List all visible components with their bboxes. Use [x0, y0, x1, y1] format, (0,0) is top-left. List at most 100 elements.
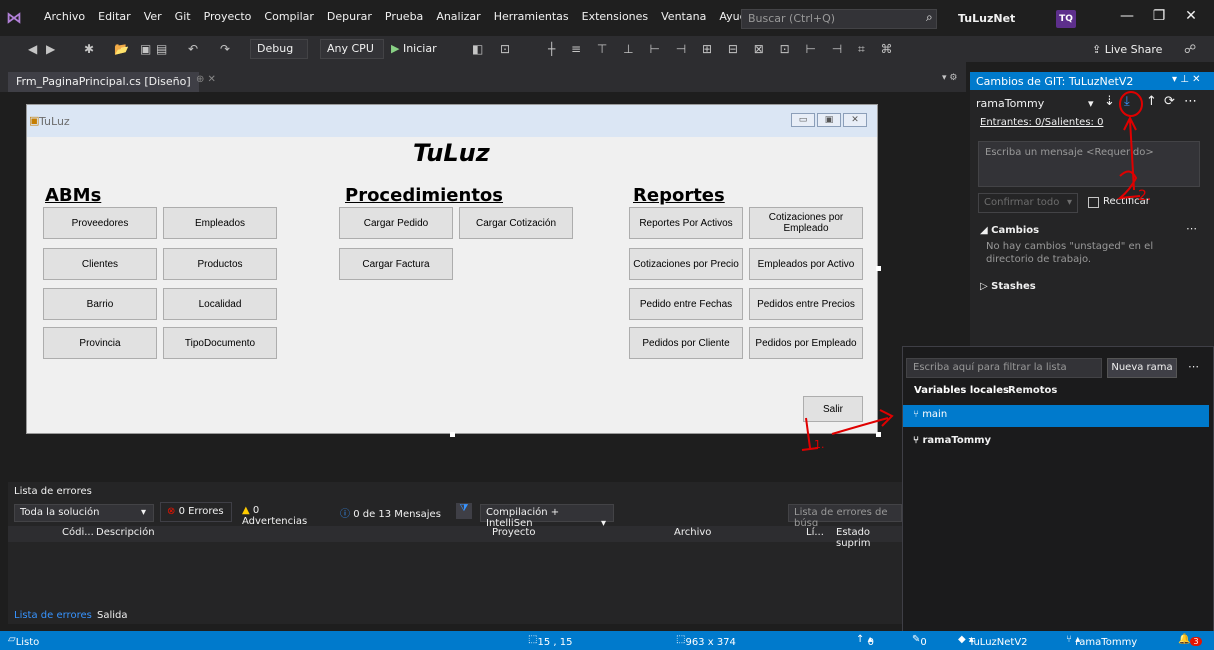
provincia-button[interactable]: Provincia [43, 327, 157, 359]
redo-icon[interactable]: ↷ [220, 42, 230, 56]
proveedores-button[interactable]: Proveedores [43, 207, 157, 239]
start-button[interactable]: ▶ Iniciar [391, 42, 437, 55]
close-icon[interactable]: ✕ [1176, 8, 1206, 24]
resize-handle-right[interactable] [876, 266, 881, 271]
build-filter-select[interactable]: Compilación + IntelliSen ▾ [480, 504, 614, 529]
designer-form[interactable]: ▣ TuLuz ▭ ▣ ✕ TuLuz ABMs Procedimientos … [26, 104, 878, 434]
configuration-select[interactable]: Debug [250, 39, 308, 59]
visual-studio-logo-icon[interactable]: ⋈ [6, 8, 26, 28]
browse-icon[interactable]: ◧ [472, 42, 483, 56]
menu-editar[interactable]: Editar [98, 10, 131, 23]
commit-all-button[interactable]: Confirmar todo ▾ [978, 193, 1078, 213]
localidad-button[interactable]: Localidad [163, 288, 277, 320]
restore-icon[interactable]: ❐ [1144, 8, 1174, 24]
cargar-pedido-button[interactable]: Cargar Pedido [339, 207, 453, 239]
cotizaciones-por-empleado-button[interactable]: Cotizaciones por Empleado [749, 207, 863, 239]
repository-selector[interactable]: ◆ TuLuzNetV2 ▴ [958, 634, 1028, 648]
tab-error-list[interactable]: Lista de errores [14, 610, 92, 621]
avatar[interactable]: TQ [1056, 10, 1076, 28]
amend-checkbox[interactable] [1088, 197, 1099, 208]
back-icon[interactable]: ◀ [28, 42, 37, 56]
tab-frm-pagina-principal[interactable]: Frm_PaginaPrincipal.cs [Diseño] [8, 72, 199, 92]
menu-prueba[interactable]: Prueba [385, 10, 423, 23]
unpushed-commits[interactable]: ↑ 0 ▴ [856, 634, 874, 648]
resize-handle-bottom[interactable] [450, 432, 455, 437]
incoming-outgoing-link[interactable]: Entrantes: 0/Salientes: 0 [980, 117, 1103, 128]
menu-compilar[interactable]: Compilar [264, 10, 313, 23]
menu-ver[interactable]: Ver [144, 10, 162, 23]
undo-icon[interactable]: ↶ [188, 42, 198, 56]
col-line[interactable]: Lí... [806, 527, 824, 538]
reportes-por-activos-button[interactable]: Reportes Por Activos [629, 207, 743, 239]
tab-local-branches[interactable]: Variables locales [914, 385, 1009, 396]
branch-filter-input[interactable]: Escriba aquí para filtrar la lista [906, 358, 1102, 378]
productos-button[interactable]: Productos [163, 248, 277, 280]
clientes-button[interactable]: Clientes [43, 248, 157, 280]
changes-section-header[interactable]: ◢ Cambios [980, 225, 1039, 236]
tab-output[interactable]: Salida [97, 610, 128, 621]
save-all-icon[interactable]: ▤ [156, 42, 167, 56]
tab-remote-branches[interactable]: Remotos [1008, 385, 1057, 396]
menu-proyecto[interactable]: Proyecto [204, 10, 252, 23]
open-icon[interactable]: 📂 [114, 42, 129, 56]
tab-menu-icon[interactable]: ▾ ⚙ [942, 73, 957, 83]
menu-extensiones[interactable]: Extensiones [582, 10, 649, 23]
menu-depurar[interactable]: Depurar [327, 10, 372, 23]
menu-archivo[interactable]: Archivo [44, 10, 85, 23]
branch-selector[interactable]: ramaTommy ▾ [976, 95, 1096, 113]
error-scope-select[interactable]: Toda la solución ▾ [14, 504, 154, 522]
filter-icon[interactable]: ⧩ [456, 503, 472, 519]
menu-git[interactable]: Git [175, 10, 191, 23]
new-item-icon[interactable]: ✱ [84, 42, 94, 56]
col-code[interactable]: Códi... [62, 527, 94, 538]
pin-tab-icon[interactable]: ⊕ ✕ [196, 74, 216, 85]
notifications-icon[interactable]: 🔔 3 [1178, 634, 1202, 646]
branch-item-ramatommy[interactable]: ⑂ ramaTommy [903, 431, 1209, 453]
messages-filter-toggle[interactable]: ⓘ 0 de 13 Mensajes [334, 502, 452, 522]
pedidos-por-empleado-button[interactable]: Pedidos por Empleado [749, 327, 863, 359]
pedido-entre-fechas-button[interactable]: Pedido entre Fechas [629, 288, 743, 320]
menu-herramientas[interactable]: Herramientas [494, 10, 569, 23]
cargar-cotizacion-button[interactable]: Cargar Cotización [459, 207, 573, 239]
cargar-factura-button[interactable]: Cargar Factura [339, 248, 453, 280]
minimize-icon[interactable]: — [1112, 8, 1142, 24]
empleados-button[interactable]: Empleados [163, 207, 277, 239]
form-minimize-icon[interactable]: ▭ [791, 113, 815, 127]
col-project[interactable]: Proyecto [492, 527, 535, 538]
errors-filter-toggle[interactable]: ⊗ 0 Errores [160, 502, 232, 522]
col-description[interactable]: Descripción [96, 527, 155, 538]
pedidos-por-cliente-button[interactable]: Pedidos por Cliente [629, 327, 743, 359]
cotizaciones-por-precio-button[interactable]: Cotizaciones por Precio [629, 248, 743, 280]
changes-more-icon[interactable]: ⋯ [1186, 222, 1197, 235]
popup-more-icon[interactable]: ⋯ [1188, 360, 1199, 373]
barrio-button[interactable]: Barrio [43, 288, 157, 320]
search-icon[interactable]: ⌕ [926, 10, 933, 25]
toolbox-icon[interactable]: ⊡ [500, 42, 510, 56]
col-suppression[interactable]: Estado suprim [836, 527, 902, 549]
layout-tools-icon[interactable]: ┼ ≡ ⊤ ⊥ ⊢ ⊣ ⊞ ⊟ ⊠ ⊡ ⊢ ⊣ ⌗ ⌘ [548, 42, 899, 57]
menu-analizar[interactable]: Analizar [436, 10, 480, 23]
search-input[interactable]: Buscar (Ctrl+Q) [741, 9, 937, 29]
live-share-button[interactable]: ⇪ Live Share [1092, 43, 1162, 56]
new-branch-button[interactable]: Nueva rama [1107, 358, 1177, 378]
pending-changes[interactable]: ✎ 0 [912, 634, 927, 648]
form-close-icon[interactable]: ✕ [843, 113, 867, 127]
branch-item-main[interactable]: ⑂ main [903, 405, 1209, 427]
feedback-icon[interactable]: ☍ [1184, 42, 1196, 56]
form-maximize-icon[interactable]: ▣ [817, 113, 841, 127]
tipodocumento-button[interactable]: TipoDocumento [163, 327, 277, 359]
commit-message-input[interactable]: Escriba un mensaje <Requerido> [978, 141, 1200, 187]
empleados-por-activo-button[interactable]: Empleados por Activo [749, 248, 863, 280]
pedidos-entre-precios-button[interactable]: Pedidos entre Precios [749, 288, 863, 320]
error-search-input[interactable]: Lista de errores de búsq [788, 504, 902, 529]
platform-select[interactable]: Any CPU [320, 39, 384, 59]
warnings-filter-toggle[interactable]: ▲ 0 Advertencias [236, 502, 332, 527]
branch-status-selector[interactable]: ⑂ ramaTommy ▴ [1066, 634, 1137, 648]
git-panel-controls-icon[interactable]: ▾ ⊥ ✕ [1172, 74, 1200, 85]
save-icon[interactable]: ▣ [140, 42, 151, 56]
col-file[interactable]: Archivo [674, 527, 711, 538]
menu-ventana[interactable]: Ventana [661, 10, 706, 23]
forward-icon[interactable]: ▶ [46, 42, 55, 56]
more-options-icon[interactable]: ⋯ [1184, 94, 1197, 109]
stashes-section-header[interactable]: ▷ Stashes [980, 281, 1036, 292]
